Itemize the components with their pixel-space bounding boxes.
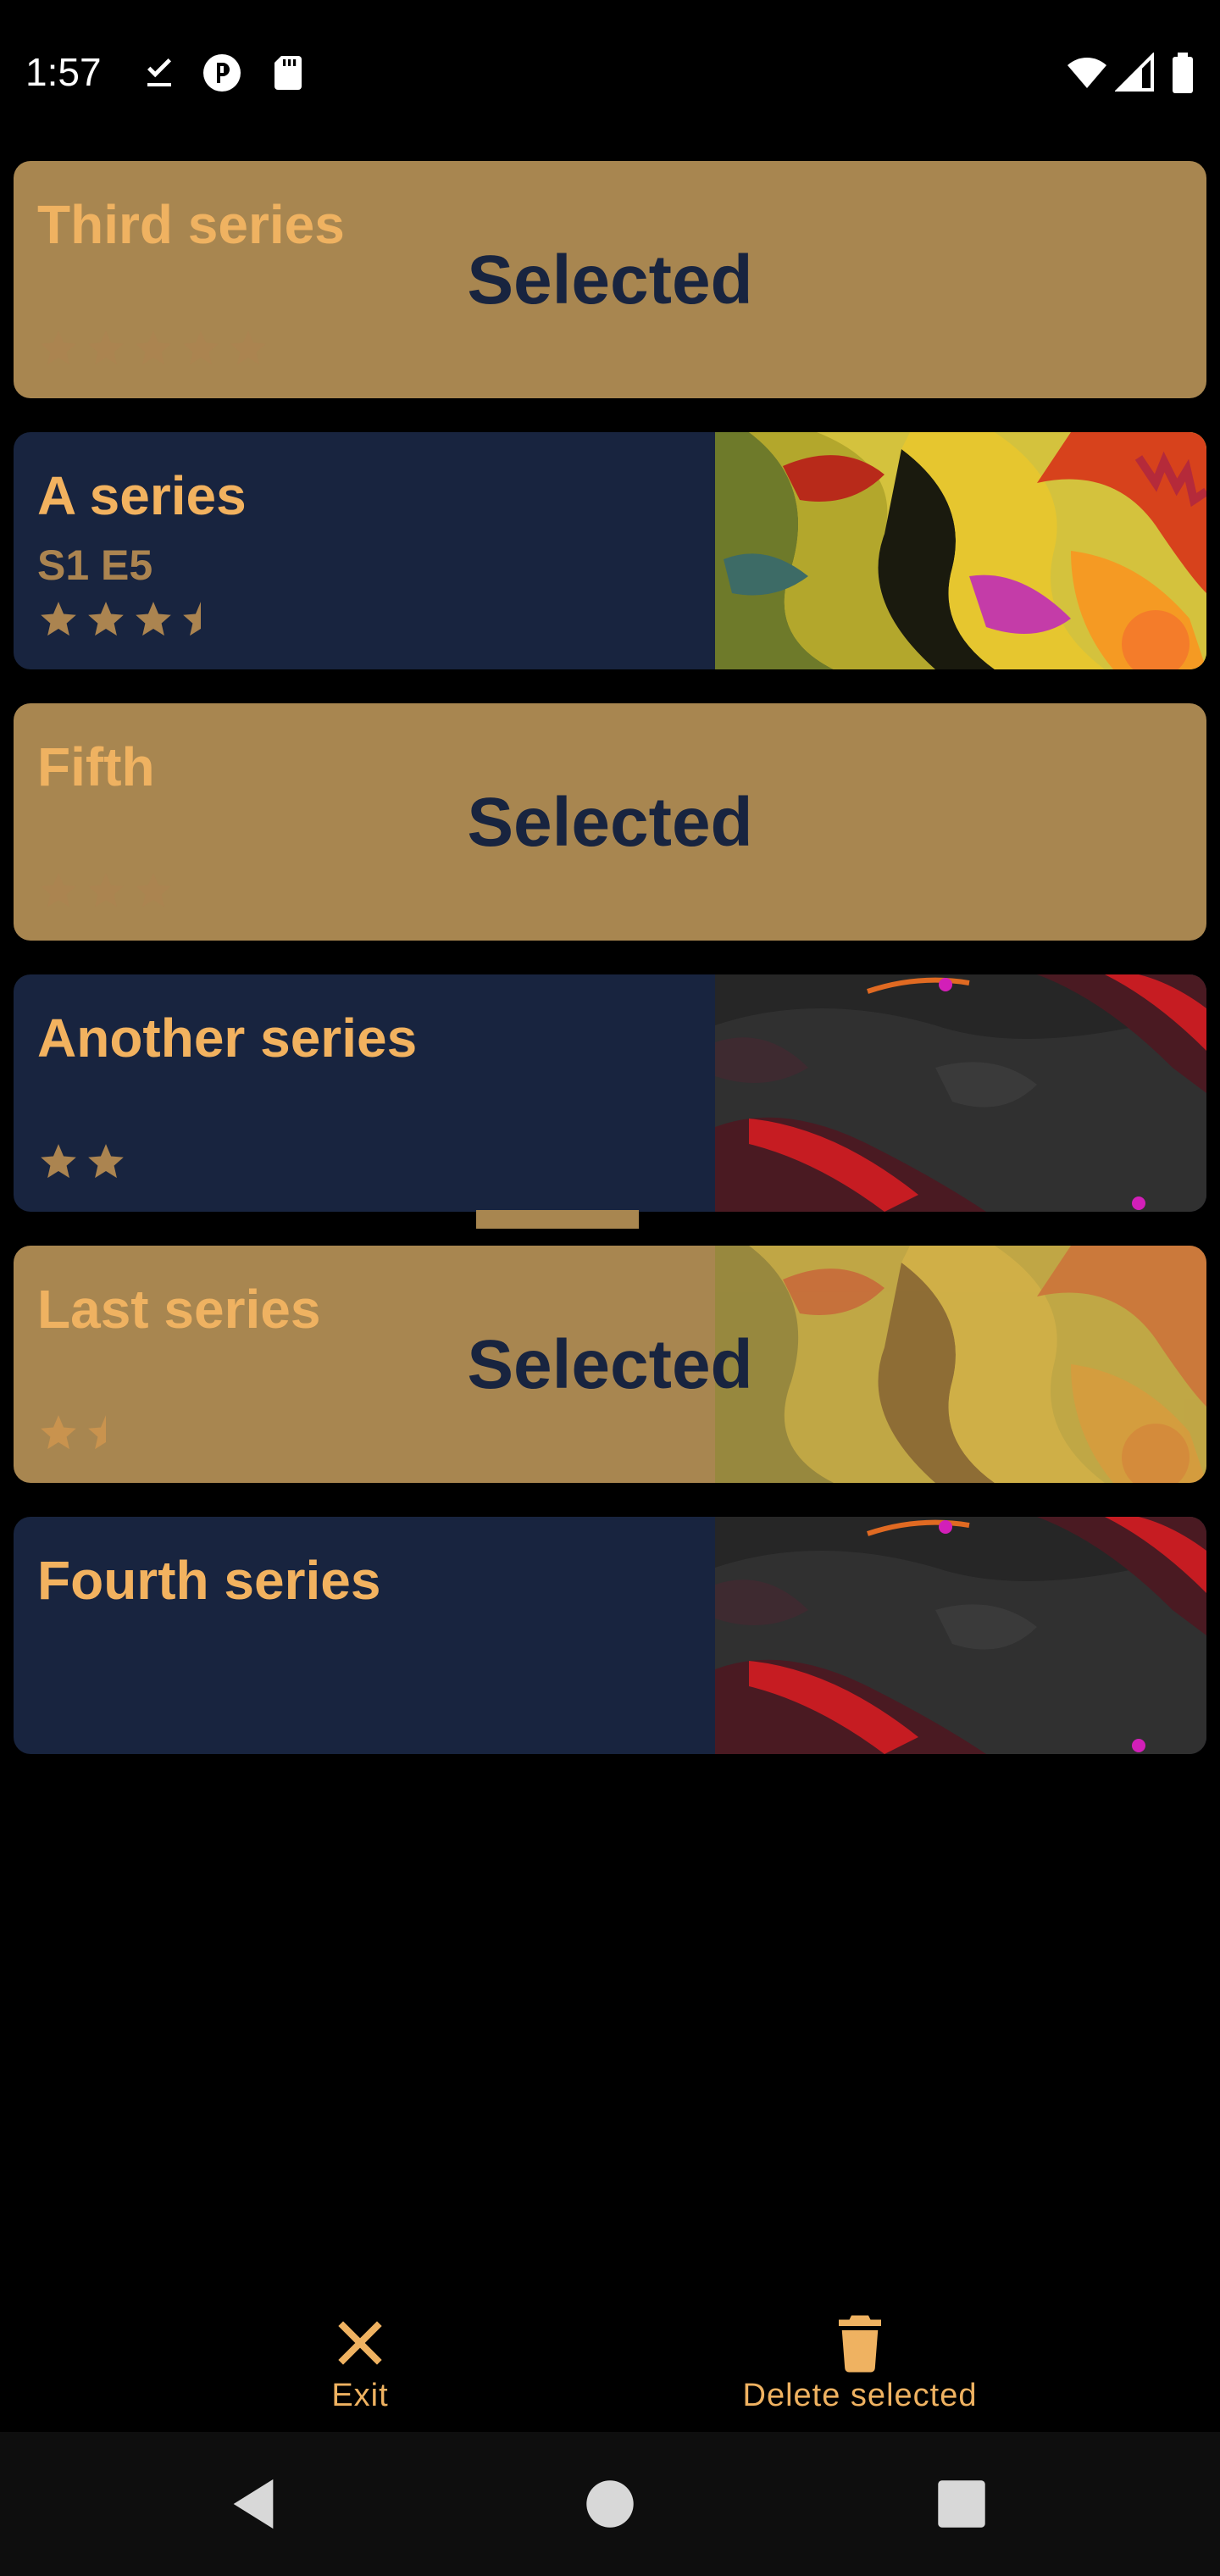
- star-full-icon: [132, 327, 175, 369]
- drag-handle[interactable]: [476, 1210, 639, 1229]
- series-card[interactable]: A series S1 E5: [14, 432, 1206, 669]
- series-thumbnail: [715, 1517, 1206, 1754]
- rating-stars: [37, 1412, 127, 1454]
- app-root: 1:57 Third series Selected A series S1 E…: [0, 0, 1220, 2576]
- recents-icon[interactable]: [932, 2474, 991, 2534]
- wifi-icon: [1064, 53, 1110, 93]
- rating-stars: [37, 869, 175, 912]
- star-full-icon: [37, 869, 80, 912]
- back-icon[interactable]: [224, 2474, 283, 2534]
- star-half-icon: [85, 1412, 127, 1454]
- episode-progress: S1 E5: [37, 541, 153, 589]
- selected-label: Selected: [467, 1326, 753, 1403]
- exit-label: Exit: [331, 2378, 389, 2413]
- series-title: Fourth series: [37, 1550, 381, 1611]
- delete-selected-button[interactable]: Delete selected: [695, 2288, 1025, 2432]
- battery-icon: [1167, 53, 1198, 93]
- home-icon[interactable]: [580, 2474, 640, 2534]
- star-half-icon: [180, 598, 222, 641]
- series-card[interactable]: Fourth series: [14, 1517, 1206, 1754]
- navigation-bar: [0, 2432, 1220, 2576]
- series-card[interactable]: Another series: [14, 974, 1206, 1212]
- download-done-icon: [139, 53, 180, 93]
- star-full-icon: [180, 327, 222, 369]
- rating-stars: [37, 1141, 127, 1183]
- series-title: A series: [37, 465, 247, 526]
- cellular-signal-icon: [1115, 53, 1156, 93]
- sd-card-icon: [268, 53, 308, 93]
- star-full-icon: [37, 327, 80, 369]
- selected-label: Selected: [467, 784, 753, 861]
- star-full-icon: [132, 598, 175, 641]
- series-card[interactable]: Third series Selected: [14, 161, 1206, 398]
- exit-button[interactable]: Exit: [275, 2288, 445, 2432]
- series-title: Another series: [37, 1008, 418, 1069]
- rating-stars: [37, 598, 222, 641]
- star-full-icon: [85, 1141, 127, 1183]
- action-bar: Exit Delete selected: [0, 2288, 1220, 2432]
- status-bar: 1:57: [0, 0, 1220, 144]
- star-full-icon: [132, 869, 175, 912]
- star-full-icon: [85, 327, 127, 369]
- star-full-icon: [85, 869, 127, 912]
- series-thumbnail: [715, 432, 1206, 669]
- rating-stars: [37, 327, 269, 369]
- delete-selected-label: Delete selected: [742, 2378, 978, 2413]
- star-full-icon: [37, 1141, 80, 1183]
- star-full-icon: [37, 598, 80, 641]
- series-card[interactable]: Last series Selected: [14, 1246, 1206, 1483]
- selected-label: Selected: [467, 242, 753, 319]
- star-full-icon: [85, 598, 127, 641]
- star-full-icon: [37, 1412, 80, 1454]
- series-card[interactable]: Fifth Selected: [14, 703, 1206, 941]
- star-full-icon: [227, 327, 269, 369]
- trash-icon: [835, 2313, 885, 2373]
- app-notification-icon: [202, 53, 242, 93]
- status-time: 1:57: [25, 50, 102, 94]
- series-thumbnail: [715, 974, 1206, 1212]
- close-icon: [335, 2313, 385, 2373]
